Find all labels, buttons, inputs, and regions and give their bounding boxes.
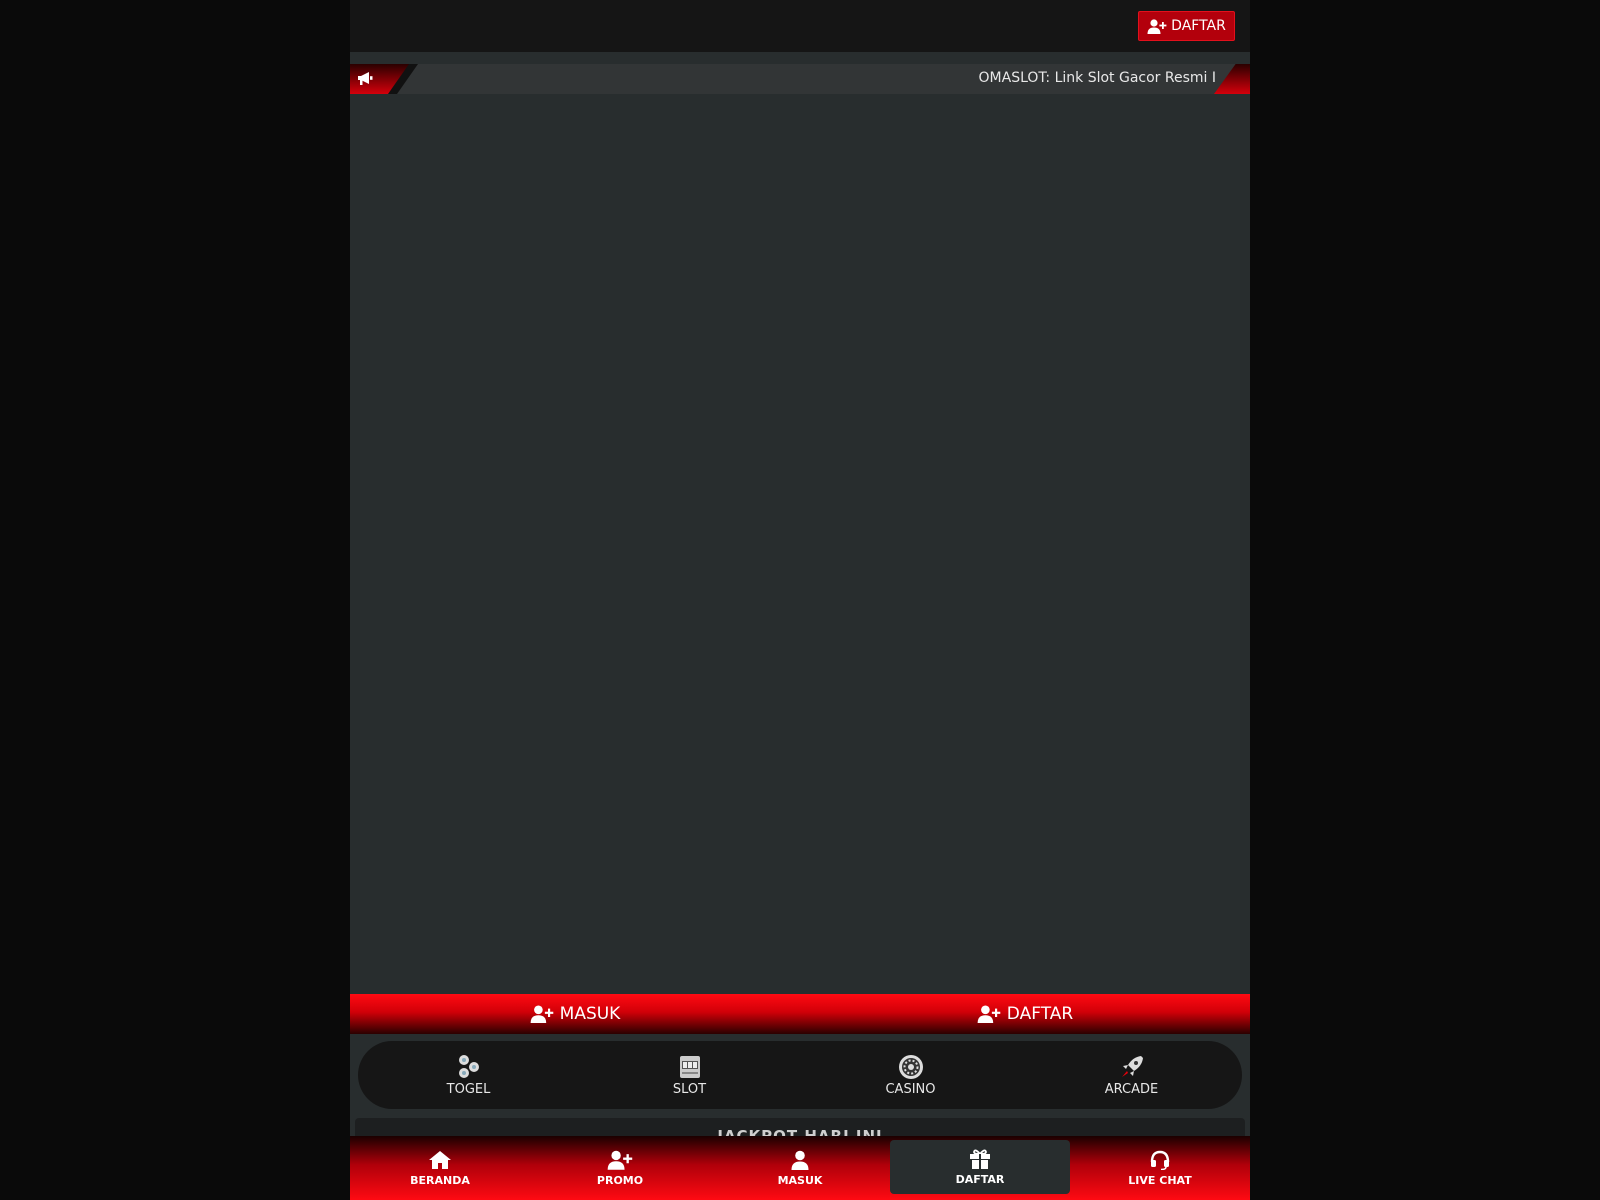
user-icon (791, 1150, 809, 1170)
game-nav-togel[interactable]: TOGEL (358, 1054, 579, 1097)
bottom-nav-masuk[interactable]: MASUK (710, 1136, 890, 1200)
user-plus-icon (607, 1150, 633, 1170)
user-plus-icon (530, 1005, 553, 1023)
game-nav-arcade[interactable]: ARCADE (1021, 1054, 1242, 1097)
lottery-balls-icon (458, 1054, 479, 1078)
user-plus-icon (1147, 18, 1167, 34)
game-category-nav: TOGEL SLOT CASINO ARCADE (358, 1041, 1242, 1109)
header-register-button[interactable]: DAFTAR (1138, 11, 1235, 41)
rocket-icon (1121, 1055, 1143, 1077)
bottom-navigation: BERANDA PROMO MASUK DAFTAR LIVE CHAT (350, 1136, 1250, 1200)
mobile-page-container: DAFTAR OMASLOT: Link Slot Gacor Resmi I … (350, 0, 1250, 1200)
marquee-text: OMASLOT: Link Slot Gacor Resmi I (978, 70, 1216, 86)
headset-icon (1150, 1150, 1170, 1170)
jackpot-panel: JACKPOT HARI INI (355, 1118, 1245, 1138)
register-label: DAFTAR (1006, 1004, 1074, 1024)
bottom-nav-label: DAFTAR (955, 1172, 1005, 1186)
game-nav-label: CASINO (885, 1081, 936, 1097)
register-button[interactable]: DAFTAR (800, 994, 1250, 1034)
bottom-nav-live-chat[interactable]: LIVE CHAT (1070, 1136, 1250, 1200)
bottom-nav-label: BERANDA (410, 1173, 470, 1187)
bottom-nav-daftar[interactable]: DAFTAR (890, 1140, 1070, 1194)
game-nav-label: TOGEL (446, 1081, 491, 1097)
megaphone-icon (358, 72, 373, 85)
game-nav-label: SLOT (672, 1081, 707, 1097)
bottom-nav-label: LIVE CHAT (1128, 1173, 1192, 1187)
game-nav-label: ARCADE (1104, 1081, 1159, 1097)
home-icon (429, 1150, 451, 1169)
user-plus-icon (977, 1005, 1001, 1023)
auth-buttons: MASUK DAFTAR (350, 994, 1250, 1034)
gift-icon (970, 1149, 990, 1169)
login-label: MASUK (559, 1004, 621, 1024)
bottom-nav-promo[interactable]: PROMO (530, 1136, 710, 1200)
roulette-icon (898, 1054, 923, 1079)
game-nav-slot[interactable]: SLOT (579, 1054, 800, 1097)
bottom-nav-label: MASUK (777, 1173, 823, 1187)
announcement-marquee: OMASLOT: Link Slot Gacor Resmi I (350, 64, 1250, 94)
slot-machine-icon (679, 1055, 700, 1078)
header-register-label: DAFTAR (1171, 18, 1226, 34)
marquee-end-cap (1214, 64, 1250, 94)
bottom-nav-label: PROMO (596, 1173, 644, 1187)
game-nav-casino[interactable]: CASINO (800, 1054, 1021, 1097)
login-button[interactable]: MASUK (350, 994, 800, 1034)
top-header: DAFTAR (350, 0, 1250, 52)
bottom-nav-beranda[interactable]: BERANDA (350, 1136, 530, 1200)
